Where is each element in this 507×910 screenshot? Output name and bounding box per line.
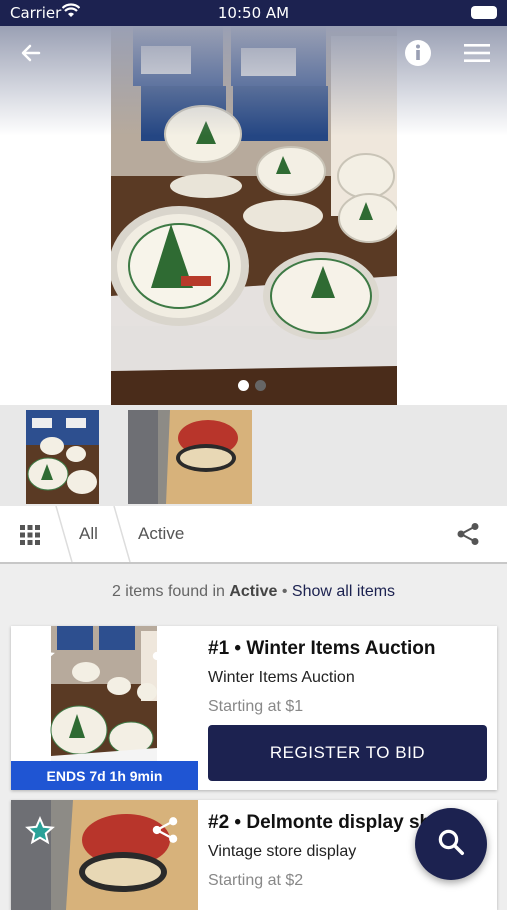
results-filter: Active	[229, 583, 278, 600]
pagination-dot-2[interactable]	[255, 380, 266, 391]
results-summary: 2 items found in Active • Show all items	[0, 583, 507, 601]
item-card-1[interactable]: ENDS 7d 1h 9min #1 • Winter Items Auctio…	[11, 626, 497, 790]
share-icon[interactable]	[151, 816, 179, 849]
show-all-items-link[interactable]: Show all items	[292, 583, 395, 600]
info-icon	[404, 39, 432, 72]
favorite-star-icon[interactable]	[25, 816, 55, 851]
share-icon[interactable]	[151, 642, 179, 675]
item-gallery[interactable]	[0, 26, 507, 405]
search-button[interactable]	[415, 808, 487, 880]
search-icon	[436, 827, 466, 862]
tab-all[interactable]: All	[79, 524, 98, 544]
item-title[interactable]: #1 • Winter Items Auction	[208, 638, 435, 660]
item-title[interactable]: #2 • Delmonte display sh	[208, 812, 431, 834]
favorite-star-icon[interactable]	[25, 642, 55, 677]
results-count: 2 items found in	[111, 583, 225, 600]
info-button[interactable]	[403, 39, 433, 72]
register-to-bid-button[interactable]: REGISTER TO BID	[208, 725, 487, 781]
breadcrumb-divider	[55, 506, 73, 562]
item-subtitle: Vintage store display	[208, 843, 357, 860]
item-subtitle: Winter Items Auction	[208, 669, 355, 686]
battery-icon	[471, 6, 497, 19]
gallery-pagination	[238, 380, 266, 391]
tab-active[interactable]: Active	[138, 524, 184, 544]
hamburger-menu-icon	[464, 43, 490, 68]
thumbnail-strip	[0, 405, 507, 506]
starting-price: Starting at $2	[208, 872, 304, 889]
starting-price: Starting at $1	[208, 698, 304, 715]
ends-countdown-badge: ENDS 7d 1h 9min	[11, 761, 198, 790]
arrow-left-icon	[19, 41, 43, 70]
thumbnail-1[interactable]	[26, 410, 99, 504]
thumbnail-2[interactable]	[128, 410, 252, 504]
filter-bar: All Active	[0, 506, 507, 564]
share-icon[interactable]	[456, 522, 480, 551]
back-button[interactable]	[16, 40, 46, 70]
pagination-dot-1[interactable]	[238, 380, 249, 391]
clock: 10:50 AM	[217, 4, 290, 22]
grid-view-icon[interactable]	[20, 525, 40, 550]
summary-separator: •	[281, 583, 288, 600]
menu-button[interactable]	[462, 40, 492, 70]
breadcrumb-divider	[113, 506, 131, 562]
status-bar: Carrier 10:50 AM	[0, 0, 507, 26]
